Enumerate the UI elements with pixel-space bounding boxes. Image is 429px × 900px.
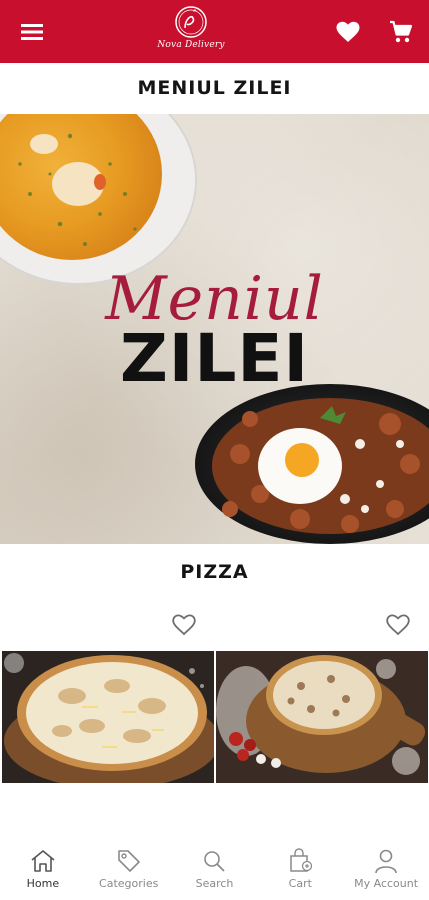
cart-button[interactable] <box>381 12 421 52</box>
nav-search[interactable]: Search <box>172 840 258 900</box>
search-icon <box>201 848 227 874</box>
pizza-section-title: PIZZA <box>180 561 249 583</box>
favorite-toggle[interactable] <box>384 611 412 639</box>
logo-emblem-icon <box>175 6 207 38</box>
nav-categories[interactable]: Categories <box>86 840 172 900</box>
nav-my-account[interactable]: My Account <box>343 840 429 900</box>
nav-categories-label: Categories <box>99 877 159 890</box>
heart-outline-icon <box>386 614 410 636</box>
user-icon <box>373 848 399 874</box>
nav-cart[interactable]: Cart <box>257 840 343 900</box>
bottom-navigation: Home Categories Search Cart My Account <box>0 840 429 900</box>
brand-logo-text: Nova Delivery <box>157 40 225 50</box>
pizza-card[interactable] <box>216 607 428 785</box>
menu-button[interactable] <box>12 12 52 52</box>
heart-outline-icon <box>172 614 196 636</box>
nav-search-label: Search <box>195 877 234 890</box>
pizza-image[interactable] <box>2 651 214 783</box>
brand-logo[interactable]: Nova Delivery <box>150 4 232 60</box>
nav-home[interactable]: Home <box>0 840 86 900</box>
cart-icon <box>287 848 313 874</box>
pizza-image[interactable] <box>216 651 428 783</box>
heart-icon <box>336 21 360 42</box>
favorites-button[interactable] <box>328 12 368 52</box>
menu-icon <box>21 24 43 40</box>
banner-bold-text: ZILEI <box>119 320 310 397</box>
nav-my-account-label: My Account <box>354 877 419 890</box>
daily-menu-banner[interactable]: Meniul ZILEI <box>0 114 429 544</box>
nav-home-label: Home <box>26 877 60 890</box>
nav-cart-label: Cart <box>288 877 312 890</box>
favorite-toggle[interactable] <box>170 611 198 639</box>
home-icon <box>30 848 56 874</box>
top-app-bar: Nova Delivery <box>0 0 429 63</box>
pizza-card[interactable] <box>2 607 214 785</box>
cart-icon <box>390 20 413 43</box>
daily-menu-title: MENIUL ZILEI <box>137 77 292 99</box>
tag-icon <box>116 848 142 874</box>
